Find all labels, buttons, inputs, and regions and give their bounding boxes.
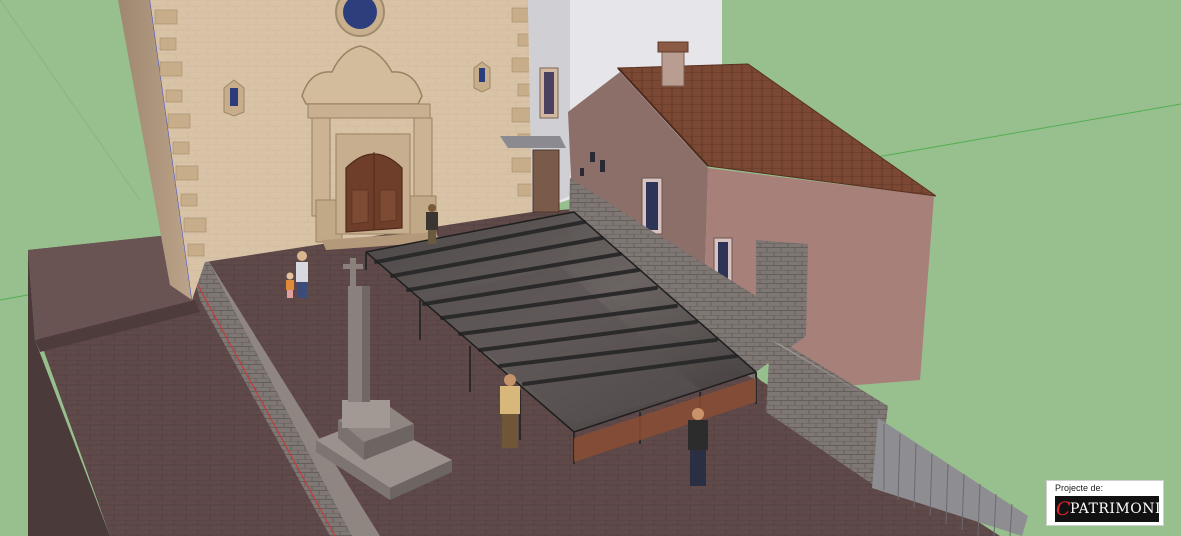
credit-caption: Projecte de:: [1055, 483, 1104, 493]
house-window-glass: [544, 72, 554, 114]
sketchup-3d-model-view: [0, 0, 1181, 536]
person-figure: [296, 251, 308, 298]
patrimoni-logo: C PATRIMONI: [1055, 496, 1161, 522]
facade-small-window: [223, 79, 245, 117]
chimney: [657, 41, 689, 87]
facade-small-window: [473, 61, 491, 93]
house-door: [532, 149, 560, 213]
logo-name: PATRIMONI: [1070, 501, 1161, 517]
balcony-canopy: [500, 136, 566, 148]
logo-mark: C: [1056, 498, 1071, 520]
credit-logo-box: Projecte de: C PATRIMONI: [1046, 480, 1164, 526]
person-figure: [286, 272, 294, 298]
